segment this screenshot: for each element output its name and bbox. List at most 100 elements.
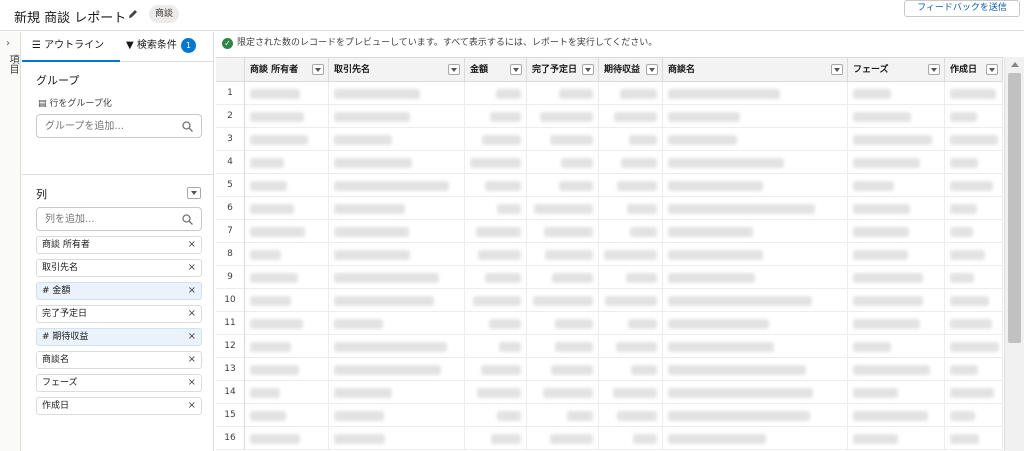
table-cell[interactable] bbox=[663, 289, 848, 312]
table-cell[interactable] bbox=[848, 105, 945, 128]
table-cell[interactable] bbox=[329, 381, 465, 404]
table-row[interactable]: 9 bbox=[216, 266, 1003, 289]
table-cell[interactable] bbox=[329, 427, 465, 450]
table-cell[interactable] bbox=[329, 404, 465, 427]
table-cell[interactable] bbox=[465, 82, 527, 105]
table-cell[interactable] bbox=[945, 381, 1003, 404]
table-cell[interactable] bbox=[245, 404, 329, 427]
table-cell[interactable] bbox=[329, 174, 465, 197]
column-pill[interactable]: # 金額 × bbox=[36, 282, 202, 300]
table-cell[interactable] bbox=[663, 381, 848, 404]
table-cell[interactable] bbox=[527, 266, 599, 289]
table-cell[interactable] bbox=[663, 243, 848, 266]
column-menu-icon[interactable] bbox=[928, 64, 940, 75]
table-cell[interactable] bbox=[245, 220, 329, 243]
column-menu-icon[interactable] bbox=[448, 64, 460, 75]
table-cell[interactable] bbox=[663, 404, 848, 427]
table-cell[interactable] bbox=[599, 266, 663, 289]
table-row[interactable]: 4 bbox=[216, 151, 1003, 174]
table-cell[interactable] bbox=[245, 427, 329, 450]
column-menu-icon[interactable] bbox=[312, 64, 324, 75]
table-cell[interactable] bbox=[465, 335, 527, 358]
table-cell[interactable] bbox=[945, 427, 1003, 450]
table-cell[interactable] bbox=[848, 128, 945, 151]
table-cell[interactable] bbox=[599, 82, 663, 105]
table-cell[interactable] bbox=[329, 82, 465, 105]
table-cell[interactable] bbox=[527, 312, 599, 335]
column-menu-icon[interactable] bbox=[831, 64, 843, 75]
table-cell[interactable] bbox=[465, 197, 527, 220]
table-cell[interactable] bbox=[465, 312, 527, 335]
chevron-right-icon[interactable]: › bbox=[6, 38, 10, 49]
table-cell[interactable] bbox=[663, 105, 848, 128]
table-cell[interactable] bbox=[945, 266, 1003, 289]
column-search-input[interactable] bbox=[45, 212, 175, 226]
group-search-input[interactable] bbox=[45, 119, 175, 133]
remove-column-icon[interactable]: × bbox=[188, 283, 196, 299]
table-cell[interactable] bbox=[329, 312, 465, 335]
table-cell[interactable] bbox=[245, 312, 329, 335]
table-cell[interactable] bbox=[245, 335, 329, 358]
column-pill[interactable]: フェーズ × bbox=[36, 374, 202, 392]
table-row[interactable]: 16 bbox=[216, 427, 1003, 450]
table-cell[interactable] bbox=[663, 220, 848, 243]
columns-menu-button[interactable] bbox=[187, 187, 201, 199]
table-cell[interactable] bbox=[329, 220, 465, 243]
table-cell[interactable] bbox=[945, 128, 1003, 151]
column-pill[interactable]: 完了予定日 × bbox=[36, 305, 202, 323]
table-cell[interactable] bbox=[945, 174, 1003, 197]
table-cell[interactable] bbox=[465, 174, 527, 197]
table-cell[interactable] bbox=[245, 381, 329, 404]
table-row[interactable]: 10 bbox=[216, 289, 1003, 312]
table-row[interactable]: 11 bbox=[216, 312, 1003, 335]
fields-strip[interactable]: › 項目 bbox=[0, 32, 21, 451]
table-cell[interactable] bbox=[329, 335, 465, 358]
table-cell[interactable] bbox=[527, 289, 599, 312]
table-cell[interactable] bbox=[945, 289, 1003, 312]
column-header[interactable]: 作成日 bbox=[945, 58, 1003, 82]
table-row[interactable]: 14 bbox=[216, 381, 1003, 404]
table-cell[interactable] bbox=[329, 243, 465, 266]
table-cell[interactable] bbox=[848, 381, 945, 404]
table-cell[interactable] bbox=[848, 427, 945, 450]
table-cell[interactable] bbox=[945, 358, 1003, 381]
table-cell[interactable] bbox=[245, 128, 329, 151]
table-cell[interactable] bbox=[599, 197, 663, 220]
table-cell[interactable] bbox=[329, 151, 465, 174]
table-cell[interactable] bbox=[599, 289, 663, 312]
table-cell[interactable] bbox=[245, 151, 329, 174]
table-cell[interactable] bbox=[329, 128, 465, 151]
table-cell[interactable] bbox=[527, 82, 599, 105]
table-cell[interactable] bbox=[663, 358, 848, 381]
tab-outline[interactable]: ☰ アウトライン bbox=[22, 32, 120, 62]
scroll-thumb[interactable] bbox=[1008, 73, 1021, 343]
table-cell[interactable] bbox=[848, 289, 945, 312]
table-cell[interactable] bbox=[245, 105, 329, 128]
table-cell[interactable] bbox=[465, 266, 527, 289]
table-cell[interactable] bbox=[663, 174, 848, 197]
column-pill[interactable]: 商談 所有者 × bbox=[36, 236, 202, 254]
column-header[interactable]: 完了予定日 bbox=[527, 58, 599, 82]
table-row[interactable]: 5 bbox=[216, 174, 1003, 197]
table-cell[interactable] bbox=[663, 128, 848, 151]
column-pill[interactable]: 作成日 × bbox=[36, 397, 202, 415]
table-cell[interactable] bbox=[465, 220, 527, 243]
table-cell[interactable] bbox=[848, 404, 945, 427]
table-cell[interactable] bbox=[663, 266, 848, 289]
column-header[interactable]: 取引先名 bbox=[329, 58, 465, 82]
table-cell[interactable] bbox=[465, 151, 527, 174]
table-cell[interactable] bbox=[663, 427, 848, 450]
table-cell[interactable] bbox=[245, 243, 329, 266]
table-cell[interactable] bbox=[599, 174, 663, 197]
table-cell[interactable] bbox=[945, 312, 1003, 335]
column-menu-icon[interactable] bbox=[986, 64, 998, 75]
table-cell[interactable] bbox=[848, 151, 945, 174]
scroll-up-arrow-icon[interactable] bbox=[1011, 62, 1019, 67]
table-cell[interactable] bbox=[945, 404, 1003, 427]
table-cell[interactable] bbox=[245, 197, 329, 220]
table-cell[interactable] bbox=[245, 289, 329, 312]
table-cell[interactable] bbox=[245, 266, 329, 289]
table-cell[interactable] bbox=[848, 358, 945, 381]
table-cell[interactable] bbox=[848, 266, 945, 289]
table-cell[interactable] bbox=[527, 220, 599, 243]
